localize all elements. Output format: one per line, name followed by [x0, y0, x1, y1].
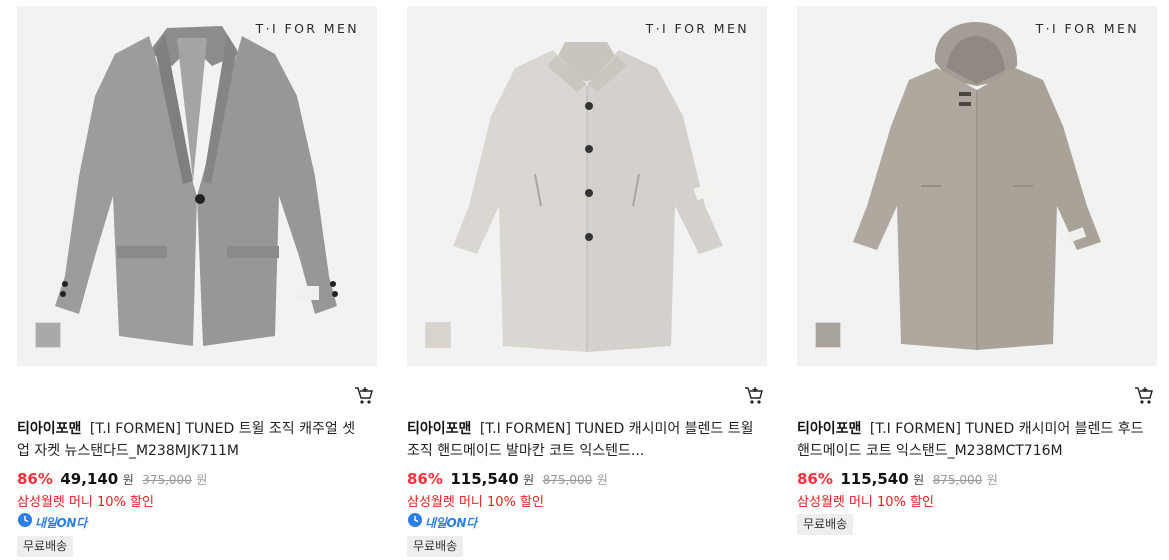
cart-icon[interactable]: [743, 384, 765, 406]
free-shipping-badge: 무료배송: [407, 536, 464, 557]
product-card[interactable]: T·I FOR MEN 티아이포맨 [T.I FORMEN] TUNED 캐시미…: [797, 6, 1157, 535]
blazer-image: [55, 26, 338, 346]
sale-price: 115,540: [840, 470, 909, 488]
discount-rate: 86%: [797, 470, 833, 488]
product-brand: 티아이포맨: [797, 421, 862, 437]
original-price: 875,000: [542, 473, 593, 487]
price-row: 86% 49,140 원 375,000 원: [17, 470, 207, 488]
color-swatch[interactable]: [35, 322, 61, 348]
balmacaan-coat-image: [453, 42, 723, 352]
hooded-coat-image: [853, 22, 1101, 350]
cart-icon[interactable]: [1133, 384, 1155, 406]
product-title[interactable]: 티아이포맨 [T.I FORMEN] TUNED 트윌 조직 캐주얼 셋업 자켓…: [17, 418, 367, 462]
discount-rate: 86%: [407, 470, 443, 488]
product-card[interactable]: T·I FOR MEN 티아이포맨 [T.I FORMEN] TUNED 캐시미…: [407, 6, 767, 557]
currency: 원: [913, 473, 925, 487]
original-currency: 원: [986, 473, 998, 487]
color-swatch[interactable]: [815, 322, 841, 348]
price-row: 86% 115,540 원 875,000 원: [407, 470, 608, 488]
next-day-badge: 내일ON다: [407, 512, 477, 532]
product-brand: 티아이포맨: [407, 421, 472, 437]
product-image[interactable]: T·I FOR MEN: [407, 6, 767, 366]
free-shipping-badge: 무료배송: [797, 514, 854, 535]
promo-text: 삼성월렛 머니 10% 할인: [407, 495, 544, 510]
currency: 원: [122, 473, 134, 487]
original-price: 875,000: [932, 473, 983, 487]
currency: 원: [523, 473, 535, 487]
brand-logo-text: T·I FOR MEN: [255, 21, 359, 36]
original-price: 375,000: [142, 473, 192, 487]
cart-icon[interactable]: [353, 384, 375, 406]
next-day-badge: 내일ON다: [17, 512, 87, 532]
original-currency: 원: [196, 473, 208, 487]
product-title[interactable]: 티아이포맨 [T.I FORMEN] TUNED 캐시미어 블렌드 트윌 조직 …: [407, 418, 757, 462]
product-image[interactable]: T·I FOR MEN: [797, 6, 1157, 366]
free-shipping-badge: 무료배송: [17, 536, 74, 557]
clock-badge-icon: [17, 512, 33, 532]
next-day-label: 내일ON다: [425, 515, 477, 530]
product-brand: 티아이포맨: [17, 421, 82, 437]
product-grid: T·I FOR MEN 티아이포맨 [T.I FORMEN] TUNED 트윌 …: [0, 0, 1169, 560]
promo-text: 삼성월렛 머니 10% 할인: [17, 495, 154, 510]
product-image[interactable]: T·I FOR MEN: [17, 6, 377, 366]
brand-logo-text: T·I FOR MEN: [1035, 21, 1139, 36]
brand-logo-text: T·I FOR MEN: [645, 21, 749, 36]
product-title[interactable]: 티아이포맨 [T.I FORMEN] TUNED 캐시미어 블렌드 후드 핸드메…: [797, 418, 1147, 462]
color-swatch[interactable]: [425, 322, 451, 348]
next-day-label: 내일ON다: [35, 515, 87, 530]
clock-badge-icon: [407, 512, 423, 532]
price-row: 86% 115,540 원 875,000 원: [797, 470, 998, 488]
discount-rate: 86%: [17, 470, 53, 488]
sale-price: 115,540: [450, 470, 519, 488]
sale-price: 49,140: [60, 470, 119, 488]
promo-text: 삼성월렛 머니 10% 할인: [797, 495, 934, 510]
product-card[interactable]: T·I FOR MEN 티아이포맨 [T.I FORMEN] TUNED 트윌 …: [17, 6, 377, 557]
original-currency: 원: [596, 473, 608, 487]
